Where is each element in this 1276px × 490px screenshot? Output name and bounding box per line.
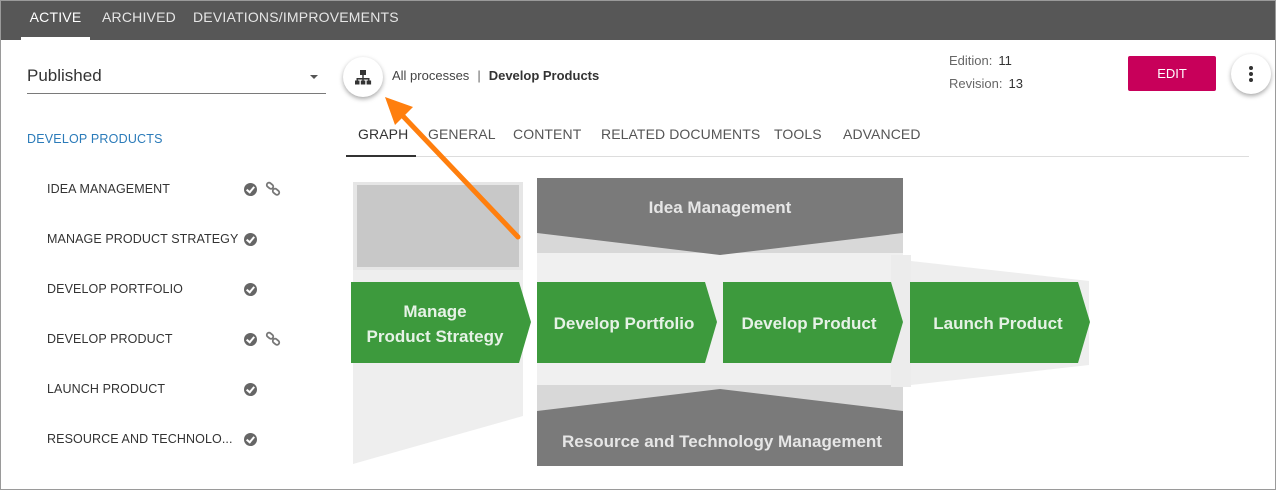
graph-step-develop-product[interactable]: Develop Product xyxy=(723,282,903,363)
process-graph: Idea Management Resource and Technology … xyxy=(351,97,1090,466)
graph-node-label: Idea Management xyxy=(649,198,792,217)
graph-step-develop-portfolio[interactable]: Develop Portfolio xyxy=(537,282,717,363)
graph-step-label: Launch Product xyxy=(933,314,1063,333)
graph-step-label: Develop Portfolio xyxy=(554,314,695,333)
graph-step-label: Develop Product xyxy=(741,314,876,333)
graph-step-label: Product Strategy xyxy=(367,327,505,346)
graph-step-launch-product[interactable]: Launch Product xyxy=(910,282,1090,363)
graph-step-manage-product-strategy[interactable]: Manage Product Strategy xyxy=(351,282,531,363)
graph-step-label: Manage xyxy=(403,302,466,321)
graph-node-label: Resource and Technology Management xyxy=(562,432,882,451)
